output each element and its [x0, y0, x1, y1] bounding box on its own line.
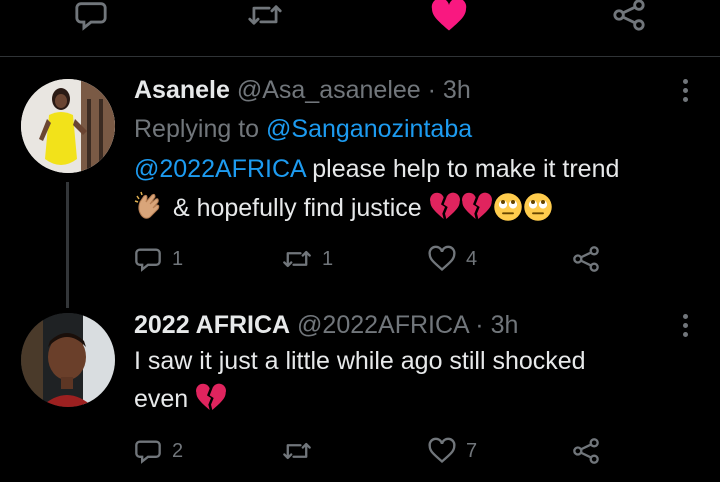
replying-to-label: Replying to — [134, 115, 260, 143]
heart-icon — [428, 437, 456, 464]
share-button[interactable] — [572, 244, 600, 274]
avatar[interactable] — [21, 313, 115, 407]
tweet-text-line-2: even — [134, 380, 227, 424]
retweet-button[interactable] — [282, 436, 322, 466]
retweet-count: 1 — [322, 247, 334, 270]
tweet-text-line-1: @2022AFRICA please help to make it trend — [134, 150, 619, 188]
like-button[interactable]: 4 — [428, 244, 477, 274]
tweet-text-line-1: I saw it just a little while ago still s… — [134, 342, 586, 380]
previous-tweet-action-bar — [0, 0, 720, 57]
user-handle[interactable]: @Asa_asanelee — [237, 76, 421, 104]
separator-dot: · — [475, 311, 484, 339]
reply-count: 2 — [172, 439, 184, 462]
like-button[interactable]: 7 — [428, 436, 477, 466]
reply-count: 1 — [172, 247, 184, 270]
tweet-text: please help to make it trend — [305, 155, 620, 183]
display-name[interactable]: 2022 AFRICA — [134, 311, 290, 339]
share-button[interactable] — [572, 436, 600, 466]
heart-filled-icon[interactable] — [430, 0, 468, 32]
retweet-icon[interactable] — [247, 0, 283, 32]
tweet-text: even — [134, 385, 196, 413]
retweet-button[interactable]: 1 — [282, 244, 333, 274]
reply-button[interactable]: 2 — [134, 436, 183, 466]
broken-heart-emoji — [195, 383, 227, 424]
heart-icon — [428, 245, 456, 272]
eye-roll-emoji — [523, 192, 553, 233]
tweet-text: I saw it just a little while ago still s… — [134, 347, 586, 375]
mention-link[interactable]: @2022AFRICA — [134, 155, 305, 183]
tweet-text-line-2: & hopefully find justice — [134, 189, 553, 233]
thread-line — [66, 182, 69, 308]
share-icon — [572, 245, 600, 273]
replying-to-link[interactable]: @Sanganozintaba — [266, 115, 472, 143]
eye-roll-emoji — [493, 192, 523, 233]
share-icon — [572, 437, 600, 465]
reply-button[interactable]: 1 — [134, 244, 183, 274]
reply-icon — [134, 245, 162, 273]
more-options-icon[interactable] — [678, 79, 692, 106]
retweet-icon — [282, 437, 312, 465]
replying-to: Replying to @Sanganozintaba — [134, 115, 472, 144]
share-icon[interactable] — [612, 0, 646, 32]
tweet-header: Asanele @Asa_asanelee · 3h — [134, 76, 471, 105]
broken-heart-emoji — [461, 192, 493, 233]
retweet-icon — [282, 245, 312, 273]
clapping-hands-emoji — [134, 190, 166, 233]
like-count: 4 — [466, 247, 478, 270]
timestamp[interactable]: 3h — [491, 311, 519, 339]
display-name[interactable]: Asanele — [134, 76, 230, 104]
tweet-header: 2022 AFRICA @2022AFRICA · 3h — [134, 311, 518, 340]
like-count: 7 — [466, 439, 478, 462]
separator-dot: · — [427, 76, 436, 104]
more-options-icon[interactable] — [678, 314, 692, 341]
reply-icon[interactable] — [74, 0, 108, 32]
timestamp[interactable]: 3h — [443, 76, 471, 104]
avatar[interactable] — [21, 79, 115, 173]
user-handle[interactable]: @2022AFRICA — [297, 311, 468, 339]
broken-heart-emoji — [429, 192, 461, 233]
tweet-text: & hopefully find justice — [166, 194, 429, 222]
reply-icon — [134, 437, 162, 465]
